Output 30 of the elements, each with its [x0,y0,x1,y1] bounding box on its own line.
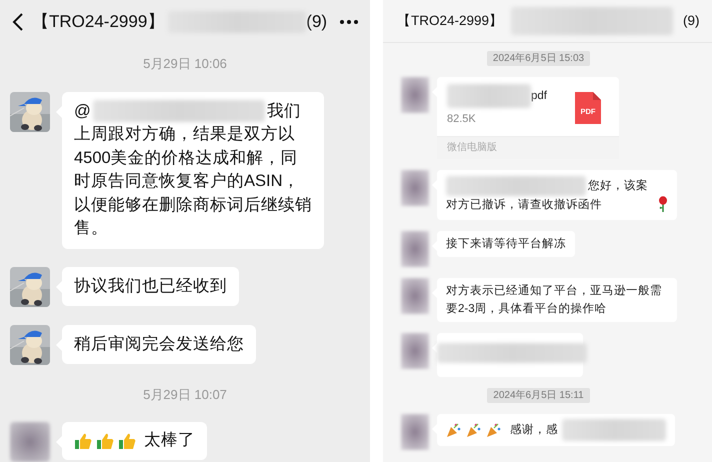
message-text: 您好，该案对方已撤诉，请查收撤诉函件 [446,176,658,214]
timestamp: 2024年6月5日 15:11 [487,388,590,403]
file-name: pdf [531,89,547,104]
timestamp: 2024年6月5日 15:03 [486,51,590,66]
thumbs-up-icon [118,432,136,450]
rose-icon [658,196,668,212]
party-popper-icon [486,422,502,438]
thumbs-up-icon [96,432,114,450]
more-icon [340,20,358,24]
chat-title: 【TRO24-2999】 [32,11,164,34]
message-text: 感谢，感 [510,422,558,438]
member-count: (9) [306,11,328,34]
back-icon [12,12,24,32]
file-source: 微信电脑版 [437,136,619,159]
message-text: 对方表示已经通知了平台，亚马逊一般需要2-3周，具体看平台的操作哈 [446,285,662,315]
back-button[interactable] [12,12,24,32]
message-text: 接下来请等待平台解冻 [446,238,566,250]
timestamp: 5月29日 10:06 [143,55,227,73]
message-text: 太棒了 [144,430,195,451]
chat-title: 【TRO24-2999】 [397,12,504,30]
message-text: @ 我们上周跟对方确，结果是双方以4500美金的价格达成和解，同时原告同意恢复客户的ASIN，以便能够在删除商标词后继续销售。 [74,102,312,237]
more-button[interactable] [340,20,358,24]
member-count: (9) [683,12,700,30]
message-text: 稍后审阅完会发送给您 [74,334,244,352]
party-popper-icon [466,422,482,438]
party-popper-icon [446,422,462,438]
message-text: 协议我们也已经收到 [74,276,227,294]
thumbs-up-icon [74,432,92,450]
timestamp: 5月29日 10:07 [143,386,227,404]
file-size: 82.5K [447,112,477,127]
